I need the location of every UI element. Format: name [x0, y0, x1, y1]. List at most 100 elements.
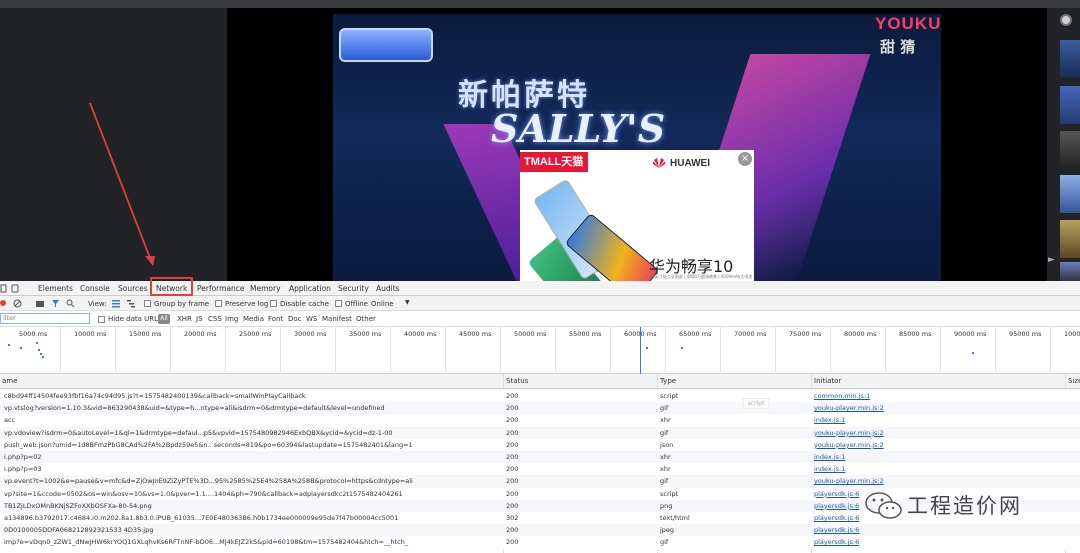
timeline-tick-label: 80000 ms — [844, 330, 877, 338]
timeline-tick-label: 85000 ms — [899, 330, 932, 338]
chevron-down-icon[interactable]: ▼ — [405, 299, 410, 306]
timeline-gridline — [60, 327, 61, 374]
request-initiator[interactable]: index.js:1 — [814, 414, 1064, 426]
column-size-header[interactable]: Size — [1066, 374, 1080, 389]
tab-console[interactable]: Console — [80, 281, 110, 296]
timeline-request-mark — [38, 349, 40, 351]
column-status-header[interactable]: Status — [504, 374, 528, 389]
filter-icon[interactable] — [51, 299, 60, 308]
request-initiator[interactable]: common.min.js:1 — [814, 390, 1064, 402]
search-icon[interactable] — [66, 299, 75, 308]
request-initiator[interactable]: index.js:1 — [814, 463, 1064, 475]
request-name: i.php?p=02 — [4, 453, 42, 461]
column-name-header[interactable]: ame — [0, 374, 17, 389]
network-timeline-overview[interactable]: 5000 ms 10000 ms 15000 ms 20000 ms 25000 ms 3… — [0, 327, 1080, 374]
disable-cache-checkbox[interactable] — [270, 300, 277, 307]
thumbnail[interactable] — [1060, 175, 1080, 213]
request-initiator[interactable]: youku-player.min.js:2 — [814, 402, 1064, 414]
table-row[interactable]: vp.event?t=1002&e=pause&v=mfc&d=ZjOwJnE9… — [0, 475, 1080, 488]
tab-memory[interactable]: Memory — [250, 281, 281, 296]
youku-logo: YOUKU — [875, 14, 942, 33]
wechat-logo-icon — [865, 492, 902, 519]
table-row[interactable]: vp.vtslog?version=1.10.3&vid=863290438&u… — [0, 402, 1080, 415]
table-row[interactable]: imp?e=vDqn0_zZW1_dNwJHW6krYOQ1GXLqhvKs6R… — [0, 536, 1080, 549]
request-initiator[interactable]: playersdk.js:6 — [814, 524, 1064, 536]
ad-small-print: 6.39英寸极点全面屏 | 4800万超清夜景 | 4000mAh大电池 — [646, 274, 753, 279]
group-by-frame-checkbox[interactable] — [144, 300, 151, 307]
tab-audits[interactable]: Audits — [376, 281, 400, 296]
throttle-select[interactable]: Online — [371, 300, 394, 308]
tab-performance[interactable]: Performance — [197, 281, 245, 296]
timeline-gridline — [940, 327, 941, 374]
table-row[interactable]: acc 200 xhr index.js:1 — [0, 414, 1080, 427]
chevron-right-icon[interactable]: ► — [1048, 255, 1055, 265]
avatar-icon[interactable] — [1060, 14, 1072, 26]
video-page-area: 新帕萨特 SALLY'S YOUKU 甜 猜 TMALL天猫 HUAWEI × … — [0, 0, 1080, 281]
list-view-icon[interactable] — [111, 299, 121, 308]
thumbnail[interactable] — [1060, 131, 1080, 169]
filter-xhr[interactable]: XHR — [177, 315, 192, 323]
offline-checkbox[interactable] — [335, 300, 342, 307]
clear-icon[interactable] — [13, 299, 22, 308]
request-type: png — [660, 501, 673, 510]
request-type: gif — [660, 428, 669, 437]
request-type: jpeg — [660, 526, 675, 535]
request-name: push_web.json?umid=1d8BFmzPbG8CAd%2FA%2B… — [4, 440, 413, 449]
screenshot-camera-icon[interactable] — [35, 299, 45, 308]
thumbnail[interactable] — [1060, 40, 1080, 78]
request-status: 200 — [506, 416, 519, 425]
request-status: 200 — [506, 489, 519, 498]
hide-data-urls-checkbox[interactable] — [98, 316, 105, 323]
thumbnail[interactable] — [1060, 220, 1080, 258]
preserve-log-checkbox[interactable] — [215, 300, 222, 307]
type-tooltip: script — [743, 398, 769, 409]
filter-media[interactable]: Media — [243, 315, 264, 323]
table-row[interactable]: i.php?p=03 200 xhr index.js:1 — [0, 463, 1080, 476]
request-initiator[interactable]: playersdk.js:6 — [814, 536, 1064, 548]
ad-close-button[interactable]: × — [738, 152, 752, 166]
filter-font[interactable]: Font — [268, 315, 283, 323]
filter-other[interactable]: Other — [356, 315, 376, 323]
timeline-gridline — [390, 327, 391, 374]
advertisement[interactable]: TMALL天猫 HUAWEI × 华为畅享10 6.39英寸极点全面屏 | 48… — [520, 150, 754, 281]
table-row[interactable]: c8bd94ff14504fee93fbf16a74c94d95.js?t=15… — [0, 390, 1080, 403]
top-strip — [0, 0, 1080, 8]
filter-css[interactable]: CSS — [208, 315, 222, 323]
column-initiator-header[interactable]: Initiator — [812, 374, 841, 389]
timeline-request-mark — [36, 342, 38, 344]
filter-all-button[interactable]: All — [158, 314, 170, 324]
request-initiator[interactable]: youku-player.min.js:2 — [814, 427, 1064, 439]
tab-security[interactable]: Security — [338, 281, 369, 296]
tab-sources[interactable]: Sources — [118, 281, 148, 296]
timeline-tick-label: 20000 ms — [184, 330, 217, 338]
column-type-header[interactable]: Type — [658, 374, 676, 389]
request-initiator[interactable]: index.js:1 — [814, 451, 1064, 463]
device-toolbar-icon[interactable] — [0, 284, 22, 293]
request-initiator[interactable]: youku-player.min.js:2 — [814, 439, 1064, 451]
request-status: 200 — [506, 538, 519, 547]
request-initiator[interactable]: youku-player.min.js:2 — [814, 475, 1064, 487]
tab-elements[interactable]: Elements — [38, 281, 73, 296]
filter-input[interactable]: ilter — [0, 313, 90, 324]
request-type: gif — [660, 538, 669, 547]
timeline-tick-label: 90000 ms — [954, 330, 987, 338]
table-row[interactable]: i.php?p=02 200 xhr index.js:1 — [0, 451, 1080, 464]
filter-doc[interactable]: Doc — [288, 315, 302, 323]
channel-badge — [339, 28, 433, 62]
timeline-gridline — [225, 327, 226, 374]
timeline-gridline — [720, 327, 721, 374]
filter-manifest[interactable]: Manifest — [322, 315, 352, 323]
table-row[interactable]: 0D0100005DDFA068212892321533 4D35.jpg 200… — [0, 524, 1080, 537]
thumbnail[interactable] — [1060, 86, 1080, 124]
filter-ws[interactable]: WS — [306, 315, 317, 323]
filter-js[interactable]: JS — [196, 315, 203, 323]
tab-application[interactable]: Application — [289, 281, 331, 296]
request-status: 200 — [506, 404, 519, 413]
table-row[interactable]: push_web.json?umid=1d8BFmzPbG8CAd%2FA%2B… — [0, 438, 1080, 451]
table-row[interactable]: vp.vdoview?isdrm=0&autoLevel=1&ql=1&drmt… — [0, 426, 1080, 439]
waterfall-view-icon[interactable] — [126, 299, 136, 308]
thumbnail[interactable] — [1060, 262, 1080, 281]
timeline-gridline — [775, 327, 776, 374]
filter-img[interactable]: Img — [225, 315, 238, 323]
record-icon[interactable] — [0, 299, 7, 307]
